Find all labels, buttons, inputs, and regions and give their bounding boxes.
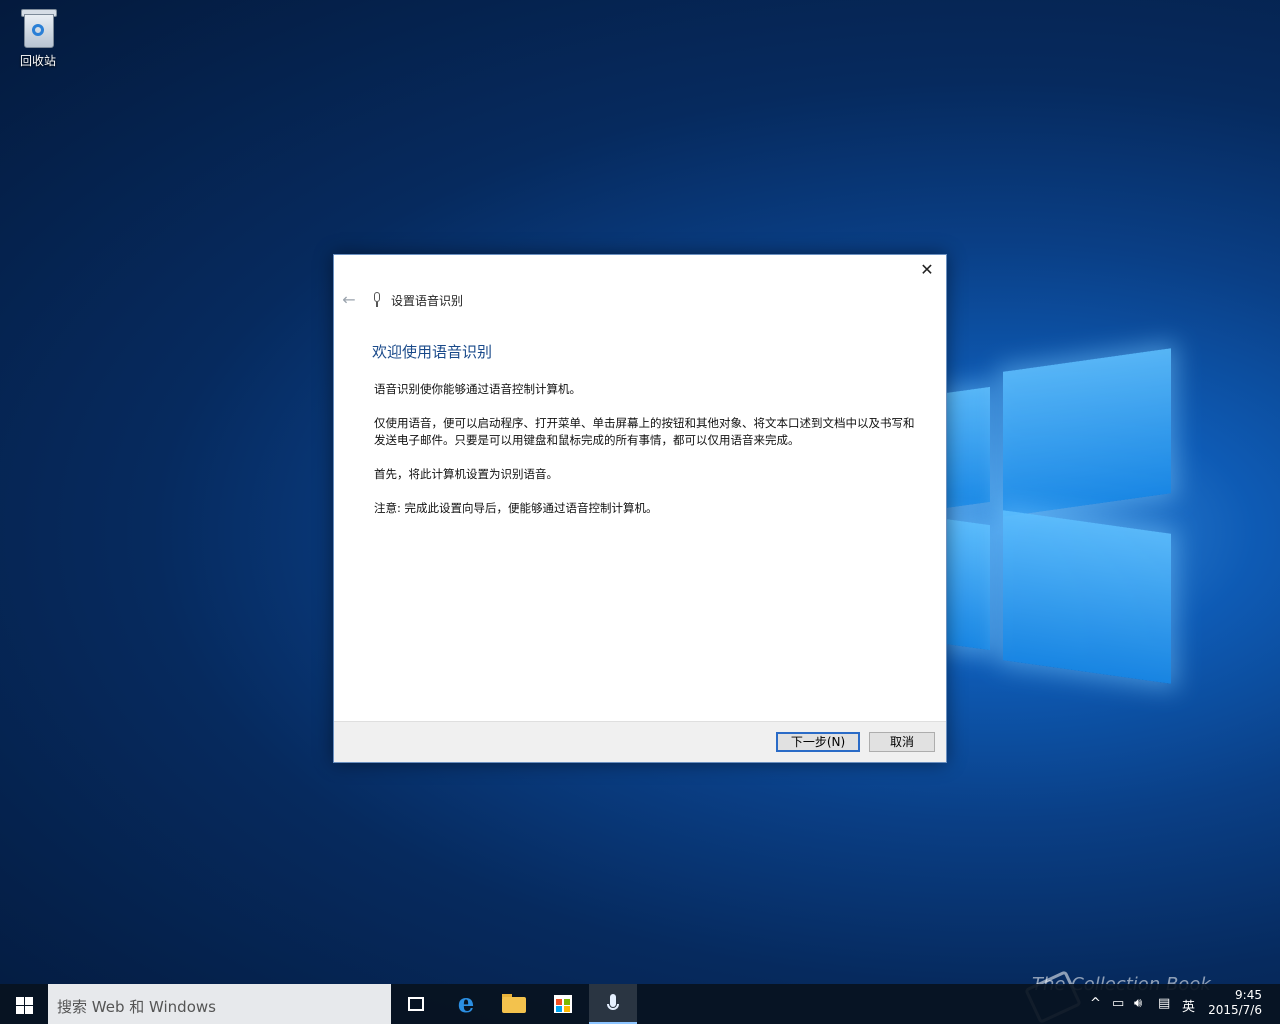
windows-logo-icon bbox=[16, 997, 24, 1005]
intro-paragraph: 语音识别使你能够通过语音控制计算机。 bbox=[374, 382, 581, 396]
clock[interactable]: 9:45 2015/7/6 bbox=[1208, 988, 1262, 1018]
note-paragraph: 注意: 完成此设置向导后，便能够通过语音控制计算机。 bbox=[374, 501, 658, 515]
start-button[interactable] bbox=[0, 984, 48, 1024]
clock-time: 9:45 bbox=[1235, 988, 1262, 1002]
cancel-button[interactable]: 取消 bbox=[869, 732, 935, 752]
ime-indicator[interactable]: 英 bbox=[1182, 996, 1195, 1015]
file-explorer-button[interactable] bbox=[490, 984, 538, 1024]
action-center-icon[interactable]: ▤ bbox=[1158, 996, 1170, 1011]
windows-wallpaper-logo bbox=[945, 348, 1175, 684]
task-view-icon bbox=[408, 997, 424, 1011]
taskbar: 搜索 Web 和 Windows e ^ ▭ 🔊︎ ▤ 英 9:45 2015/… bbox=[0, 984, 1280, 1024]
dialog-footer: 下一步(N) 取消 bbox=[334, 721, 946, 762]
clock-date: 2015/7/6 bbox=[1208, 1003, 1262, 1017]
edge-icon: e bbox=[457, 989, 475, 1019]
first-step-paragraph: 首先，将此计算机设置为识别语音。 bbox=[374, 467, 558, 481]
page-heading: 欢迎使用语音识别 bbox=[372, 343, 493, 361]
desktop-icon-recycle-bin[interactable]: 回收站 bbox=[8, 6, 68, 69]
speech-recognition-button[interactable] bbox=[589, 984, 637, 1024]
back-arrow-icon[interactable]: ← bbox=[340, 291, 358, 309]
speech-setup-dialog: ✕ ← 设置语音识别 欢迎使用语音识别 语音识别使你能够通过语音控制计算机。 仅… bbox=[333, 254, 947, 763]
next-button[interactable]: 下一步(N) bbox=[776, 732, 860, 752]
desktop-icon-label: 回收站 bbox=[19, 54, 56, 68]
dialog-nav: ← 设置语音识别 bbox=[340, 291, 463, 309]
store-button[interactable] bbox=[539, 984, 587, 1024]
task-view-button[interactable] bbox=[392, 984, 440, 1024]
volume-icon[interactable]: 🔊︎ bbox=[1134, 996, 1142, 1011]
file-explorer-icon bbox=[502, 997, 526, 1013]
dialog-body: 语音识别使你能够通过语音控制计算机。 仅使用语音，便可以启动程序、打开菜单、单击… bbox=[374, 381, 919, 534]
close-button[interactable]: ✕ bbox=[914, 259, 940, 281]
network-icon[interactable]: ▭ bbox=[1112, 996, 1124, 1011]
search-input[interactable]: 搜索 Web 和 Windows bbox=[48, 984, 391, 1024]
store-icon bbox=[554, 995, 572, 1013]
recycle-bin-icon bbox=[20, 6, 57, 48]
edge-button[interactable]: e bbox=[442, 984, 490, 1024]
dialog-title: 设置语音识别 bbox=[391, 293, 464, 308]
show-hidden-icons-button[interactable]: ^ bbox=[1090, 996, 1101, 1011]
microphone-icon bbox=[372, 292, 382, 308]
search-placeholder: 搜索 Web 和 Windows bbox=[57, 998, 216, 1016]
description-paragraph: 仅使用语音，便可以启动程序、打开菜单、单击屏幕上的按钮和其他对象、将文本口述到文… bbox=[374, 416, 915, 447]
